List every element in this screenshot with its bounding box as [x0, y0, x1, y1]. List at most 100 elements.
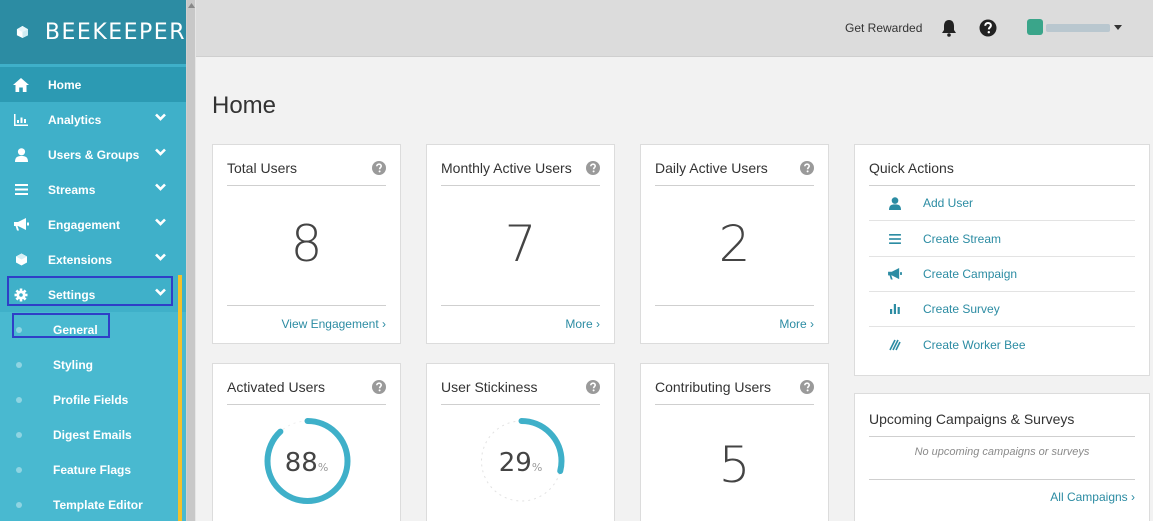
quick-action-label: Create Campaign	[923, 267, 1018, 281]
user-stickiness-gauge	[478, 418, 565, 504]
scroll-up-arrow-icon[interactable]	[188, 3, 195, 8]
sidebar-subitem-feature-flags[interactable]: Feature Flags	[0, 452, 186, 487]
sidebar: BEEKEEPER Home Analytics Users & Groups …	[0, 0, 186, 521]
gauge-number: 29	[498, 448, 532, 478]
sidebar-item-streams[interactable]: Streams	[0, 172, 186, 207]
card-total-users: Total Users 8 View Engagement ›	[212, 144, 401, 344]
card-title: Upcoming Campaigns & Surveys	[869, 411, 1075, 427]
metric-value: 5	[718, 436, 751, 494]
card-user-stickiness: User Stickiness 29%	[426, 363, 615, 521]
bullet-icon	[16, 466, 22, 473]
metric-value: 2	[718, 215, 751, 273]
puzzle-icon	[12, 253, 30, 266]
sidebar-item-label: Extensions	[48, 252, 113, 267]
sidebar-item-users-groups[interactable]: Users & Groups	[0, 137, 186, 172]
sidebar-subitem-template-editor[interactable]: Template Editor	[0, 487, 186, 521]
metric-value: 8	[290, 215, 323, 273]
caret-down-icon[interactable]	[1114, 25, 1122, 30]
sidebar-item-home[interactable]: Home	[0, 67, 186, 102]
scrollbar-thumb[interactable]	[187, 0, 195, 521]
page-title: Home	[212, 92, 277, 119]
upcoming-campaigns-panel: Upcoming Campaigns & Surveys No upcoming…	[854, 393, 1150, 521]
logo-bar[interactable]: BEEKEEPER	[0, 0, 186, 64]
card-title: Monthly Active Users	[441, 160, 572, 176]
megaphone-icon	[885, 268, 905, 280]
bullet-icon	[16, 431, 22, 438]
metric-value: 7	[504, 215, 537, 273]
sidebar-subitem-styling[interactable]: Styling	[0, 347, 186, 382]
beekeeper-logo-icon	[16, 26, 28, 38]
active-section-indicator	[178, 275, 182, 521]
view-engagement-link[interactable]: View Engagement ›	[281, 317, 386, 331]
bell-icon[interactable]	[941, 19, 957, 37]
sidebar-subitem-profile-fields[interactable]: Profile Fields	[0, 382, 186, 417]
get-rewarded-link[interactable]: Get Rewarded	[845, 21, 922, 35]
sidebar-subitem-label: Feature Flags	[53, 462, 132, 477]
chevron-down-icon	[155, 288, 166, 296]
card-monthly-active-users: Monthly Active Users 7 More ›	[426, 144, 615, 344]
help-icon[interactable]	[586, 161, 600, 175]
user-icon	[12, 147, 30, 162]
chevron-down-icon	[155, 218, 166, 226]
more-link[interactable]: More ›	[565, 317, 600, 331]
more-link[interactable]: More ›	[779, 317, 814, 331]
sidebar-item-engagement[interactable]: Engagement	[0, 207, 186, 242]
quick-action-label: Add User	[923, 196, 974, 210]
divider	[441, 305, 600, 306]
sidebar-subitem-label: Template Editor	[53, 497, 143, 512]
menu-icon	[885, 234, 905, 244]
quick-action-label: Create Survey	[923, 302, 1000, 316]
home-icon	[12, 77, 30, 92]
sidebar-subitem-label: Profile Fields	[53, 392, 129, 407]
chevron-down-icon	[155, 183, 166, 191]
divider	[869, 479, 1135, 480]
sidebar-item-analytics[interactable]: Analytics	[0, 102, 186, 137]
card-title: Contributing Users	[655, 379, 771, 395]
sidebar-item-label: Users & Groups	[48, 147, 140, 162]
card-title: Total Users	[227, 160, 298, 176]
divider	[655, 185, 814, 186]
bullet-icon	[16, 326, 22, 333]
activated-users-gauge	[264, 418, 351, 504]
sidebar-subitem-general[interactable]: General	[0, 312, 186, 347]
sidebar-item-label: Engagement	[48, 217, 121, 232]
add-user-button[interactable]: Add User	[869, 186, 1135, 221]
sidebar-item-extensions[interactable]: Extensions	[0, 242, 186, 277]
card-activated-users: Activated Users 88%	[212, 363, 401, 521]
create-campaign-button[interactable]: Create Campaign	[869, 257, 1135, 292]
chart-icon	[12, 113, 30, 126]
top-bar: Get Rewarded	[196, 0, 1153, 57]
user-name-blurred[interactable]	[1046, 24, 1110, 32]
percent-sign: %	[317, 461, 329, 474]
create-worker-bee-button[interactable]: Create Worker Bee	[869, 327, 1135, 362]
sidebar-subitem-label: Digest Emails	[53, 427, 132, 442]
help-icon[interactable]	[372, 161, 386, 175]
chevron-down-icon	[155, 253, 166, 261]
bar-chart-icon	[885, 304, 905, 314]
bullet-icon	[16, 396, 22, 403]
help-icon[interactable]	[979, 19, 997, 37]
sidebar-subitem-label: Styling	[53, 357, 94, 372]
sidebar-subitem-label: General	[53, 322, 98, 337]
app-name: BEEKEEPER	[44, 19, 186, 45]
gauge-number: 88	[284, 448, 318, 478]
divider	[655, 404, 814, 405]
sidebar-item-label: Streams	[48, 182, 96, 197]
worker-bee-icon	[885, 339, 905, 351]
help-icon[interactable]	[800, 380, 814, 394]
divider	[655, 305, 814, 306]
bullet-icon	[16, 361, 22, 368]
create-stream-button[interactable]: Create Stream	[869, 222, 1135, 257]
menu-icon	[12, 184, 30, 195]
avatar[interactable]	[1027, 19, 1043, 35]
sidebar-subitem-digest-emails[interactable]: Digest Emails	[0, 417, 186, 452]
chevron-down-icon	[155, 148, 166, 156]
gear-icon	[12, 288, 30, 302]
create-survey-button[interactable]: Create Survey	[869, 292, 1135, 327]
card-contributing-users: Contributing Users 5	[640, 363, 829, 521]
help-icon[interactable]	[800, 161, 814, 175]
sidebar-item-label: Home	[48, 77, 82, 92]
sidebar-item-settings[interactable]: Settings	[0, 277, 186, 312]
divider	[441, 185, 600, 186]
all-campaigns-link[interactable]: All Campaigns ›	[1050, 490, 1135, 504]
